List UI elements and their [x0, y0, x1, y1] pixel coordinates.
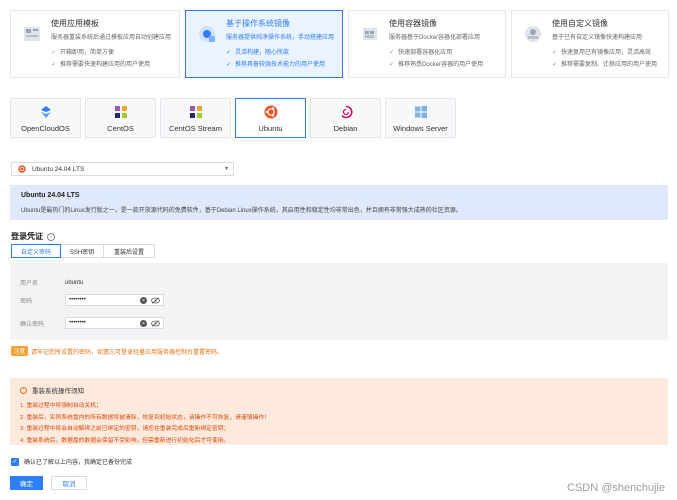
card-feature: ✓ 推荐具备较强技术能力的用户使用 — [226, 62, 326, 68]
password-value: •••••••• — [69, 297, 86, 303]
check-icon: ✓ — [552, 50, 558, 56]
os-option-centos-stream[interactable]: CentOS Stream — [160, 98, 231, 138]
card-feature: ✓ 灵活构建，随心所欲 — [226, 50, 290, 56]
card-title: 使用自定义镜像 — [552, 19, 609, 28]
username-row: 用户名 ubuntu — [20, 278, 84, 288]
username-label: 用户名 — [20, 281, 39, 287]
centos-icon — [114, 106, 127, 118]
check-icon: ✓ — [552, 62, 558, 68]
os-options: OpenCloudOS CentOS CentOS Stream Ubuntu … — [10, 98, 456, 138]
debian-icon — [340, 105, 353, 119]
card-desc: 基于已有自定义镜像快速构建应用 — [552, 35, 643, 41]
card-feature: ✓ 推荐熟悉Docker容器的用户使用 — [389, 62, 484, 68]
card-feature: ✓ 快速复用已有镜像应用，灵活高效 — [552, 50, 652, 56]
check-icon: ✓ — [226, 62, 232, 68]
card-title: 使用应用模板 — [51, 19, 99, 28]
container-icon — [363, 28, 378, 40]
cancel-button[interactable]: 取消 — [51, 476, 87, 490]
warning-icon: ! — [20, 386, 27, 394]
note-text: 请牢记您所设置的密码，如遗忘可登录轻量应用服务器控制台重置密码。 — [31, 349, 224, 356]
card-desc: 服务器提供纯净操作系统，手动搭建应用 — [226, 35, 335, 41]
ubuntu-icon — [264, 105, 277, 119]
clear-icon[interactable]: × — [140, 320, 147, 327]
select-value: Ubuntu 24.04 LTS — [32, 165, 85, 173]
card-feature: ✓ 推荐需要快速构建应用的用户使用 — [51, 62, 151, 68]
confirm-password-label: 确认密码 — [20, 321, 45, 328]
check-icon: ✓ — [389, 62, 395, 68]
os-label: Windows Server — [393, 124, 448, 133]
os-option-debian[interactable]: Debian — [310, 98, 381, 138]
warning-item: 3. 重装过程中将会自动解绑之前已绑定的密钥，请您在重装完成后重新绑定密钥； — [20, 426, 230, 432]
centos-stream-icon — [189, 106, 202, 118]
password-input[interactable]: •••••••• × — [65, 294, 164, 306]
os-info-title: Ubuntu 24.04 LTS — [21, 192, 80, 199]
os-label: CentOS — [107, 124, 134, 133]
card-feature: ✓ 开箱即用，简单方便 — [51, 50, 115, 56]
os-image-icon — [199, 26, 216, 42]
check-icon: ✓ — [226, 50, 232, 56]
os-option-opencloudos[interactable]: OpenCloudOS — [10, 98, 81, 138]
windows-icon — [414, 106, 427, 118]
password-note: 注意 请牢记您所设置的密码，如遗忘可登录轻量应用服务器控制台重置密码。 — [11, 346, 223, 356]
confirm-password-row: 确认密码 •••••••• × — [20, 317, 164, 329]
card-desc: 服务器重装系统后通过模板应用自动创建应用 — [51, 35, 172, 41]
eye-off-icon[interactable] — [151, 320, 160, 327]
confirm-password-input[interactable]: •••••••• × — [65, 317, 164, 329]
password-label: 密码 — [20, 298, 33, 305]
warning-title: ! 重装系统操作须知 — [20, 385, 658, 395]
chevron-down-icon: ▾ — [224, 166, 228, 172]
tab-custom-password[interactable]: 自定义密码 — [11, 244, 61, 258]
card-custom-image[interactable]: 使用自定义镜像 基于已有自定义镜像快速构建应用 ✓ 快速复用已有镜像应用，灵活高效… — [511, 10, 669, 78]
warning-item: 1. 重装过程中将强制自动关机； — [20, 403, 102, 409]
card-desc: 服务器基于Docker容器化部署应用 — [389, 35, 481, 41]
card-feature: ✓ 推荐需要复制、迁移应用的用户使用 — [552, 62, 658, 68]
clear-icon[interactable]: × — [140, 297, 147, 304]
card-feature: ✓ 快速部署容器化应用 — [389, 50, 453, 56]
tab-post-install[interactable]: 重装后设置 — [103, 244, 155, 258]
os-info-panel: Ubuntu 24.04 LTS Ubuntu是最热门的Linux发行版之一，是… — [10, 185, 668, 220]
os-option-windows[interactable]: Windows Server — [385, 98, 456, 138]
template-icon — [24, 27, 40, 41]
tab-ssh-key[interactable]: SSH密钥 — [60, 244, 104, 258]
note-tag: 注意 — [11, 346, 29, 356]
confirm-button[interactable]: 确定 — [10, 476, 43, 490]
opencloudos-icon — [40, 106, 51, 118]
os-label: Ubuntu — [258, 124, 283, 133]
check-icon: ✓ — [51, 62, 57, 68]
reinstall-warning: ! 重装系统操作须知 1. 重装过程中将强制自动关机； 2. 重装后，实例系统盘… — [10, 378, 668, 445]
help-icon[interactable]: i — [47, 232, 55, 241]
os-label: CentOS Stream — [169, 124, 222, 133]
agree-checkbox-row[interactable]: ✓ 确认已了解以上内容，我确定已备份完成 — [11, 457, 132, 466]
credentials-title: 登录凭证 i — [11, 231, 55, 242]
username-value: ubuntu — [65, 279, 84, 286]
check-icon: ✓ — [389, 50, 395, 56]
custom-image-icon — [525, 26, 542, 42]
os-label: Debian — [333, 124, 358, 133]
card-app-template[interactable]: 使用应用模板 服务器重装系统后通过模板应用自动创建应用 ✓ 开箱即用，简单方便 ✓… — [10, 10, 181, 78]
credential-tabs: 自定义密码 SSH密钥 重装后设置 — [11, 244, 155, 258]
os-info-desc: Ubuntu是最热门的Linux发行版之一，是一款开放源代码的免费软件，基于De… — [21, 208, 462, 214]
os-option-ubuntu[interactable]: Ubuntu — [235, 98, 306, 138]
agree-text: 确认已了解以上内容，我确定已备份完成 — [24, 460, 133, 466]
credential-form: 用户名 ubuntu 密码 •••••••• × 确认密码 •••••••• × — [10, 263, 668, 340]
card-os-image[interactable]: 基于操作系统镜像 服务器提供纯净操作系统，手动搭建应用 ✓ 灵活构建，随心所欲 ✓… — [185, 10, 344, 78]
password-row: 密码 •••••••• × — [20, 294, 164, 306]
ubuntu-icon — [18, 165, 26, 173]
image-type-cards: 使用应用模板 服务器重装系统后通过模板应用自动创建应用 ✓ 开箱即用，简单方便 ✓… — [10, 10, 669, 78]
confirm-password-value: •••••••• — [69, 320, 86, 326]
warning-item: 4. 重装系统后，数据盘的数据会保留不受影响，但需重新进行初始化后才可使用。 — [20, 437, 230, 444]
os-version-select[interactable]: Ubuntu 24.04 LTS ▾ — [11, 162, 234, 176]
card-title: 基于操作系统镜像 — [226, 19, 291, 28]
warning-item: 2. 重装后，实例系统盘内的所有数据将被清除，恢复到初始状态，该操作不可恢复，请… — [20, 414, 270, 421]
card-title: 使用容器镜像 — [389, 19, 438, 28]
checkbox-checked-icon[interactable]: ✓ — [11, 457, 19, 466]
eye-off-icon[interactable] — [151, 297, 160, 304]
os-option-centos[interactable]: CentOS — [85, 98, 156, 138]
os-label: OpenCloudOS — [21, 124, 70, 133]
check-icon: ✓ — [51, 50, 57, 56]
watermark: CSDN @shenchujie — [567, 482, 665, 494]
card-container-image[interactable]: 使用容器镜像 服务器基于Docker容器化部署应用 ✓ 快速部署容器化应用 ✓ 推荐… — [348, 10, 507, 78]
